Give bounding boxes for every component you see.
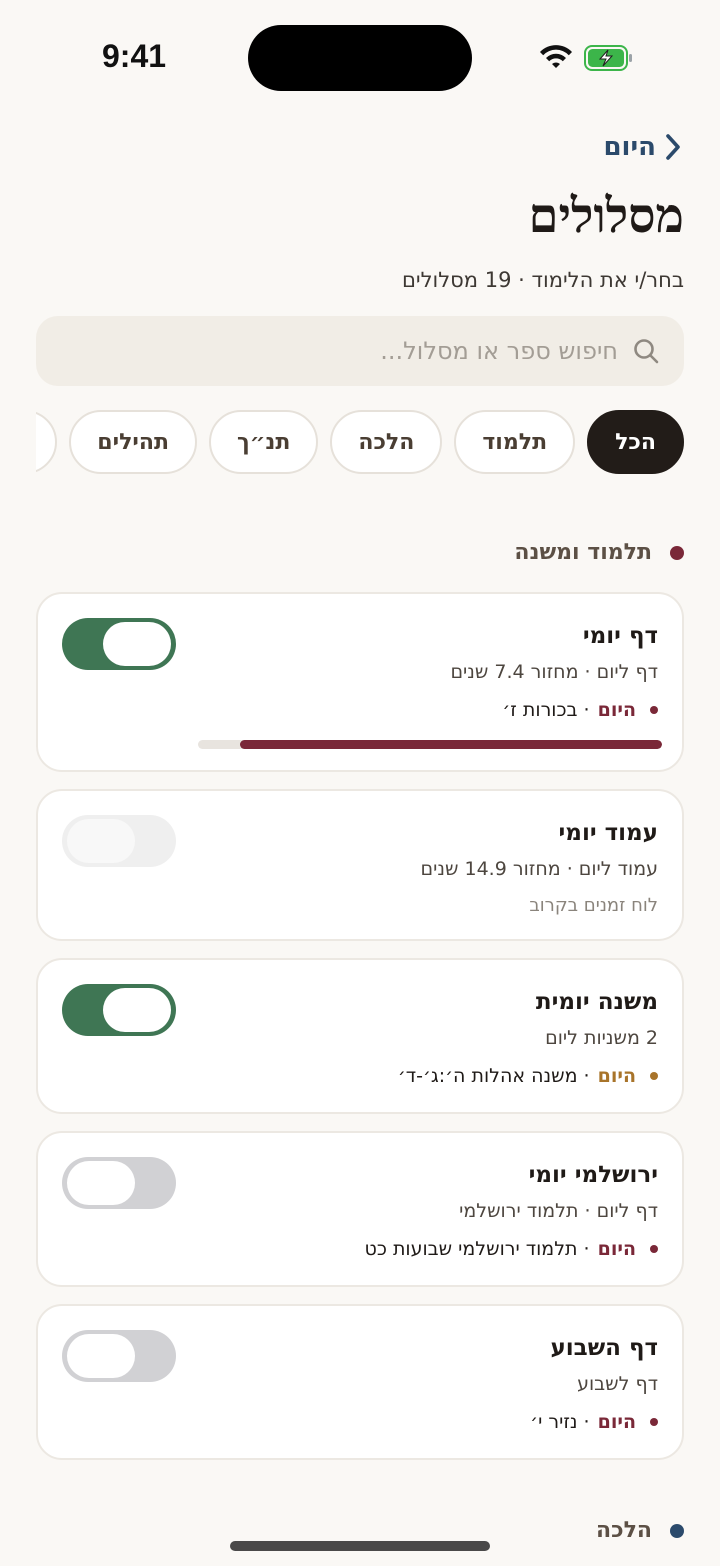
card-body: דף יומי דף ליום · מחזור 7.4 שנים היום · …	[450, 620, 658, 724]
filter-chip[interactable]: תנ״ך	[209, 410, 319, 474]
bullet-icon	[650, 1245, 658, 1253]
bullet-icon	[650, 706, 658, 714]
filter-chip[interactable]: תלמוד	[454, 410, 576, 474]
today-text: · משנה אהלות ה׳:ג׳-ד׳	[397, 1065, 590, 1087]
battery-icon	[584, 45, 632, 71]
card-subtitle: 2 משניות ליום	[545, 1027, 658, 1049]
bullet-icon	[650, 1418, 658, 1426]
section-label: הלכה	[596, 1518, 652, 1543]
page-title: מסלולים	[528, 188, 684, 244]
today-label: היום	[597, 1411, 636, 1433]
card-today-row: היום · בכורות ז׳	[450, 696, 658, 724]
section-header-halacha: הלכה	[596, 1518, 684, 1543]
toggle-knob	[103, 988, 171, 1032]
toggle-yerushalmi-yomi[interactable]	[62, 1157, 176, 1209]
filter-chip[interactable]: תהילים	[69, 410, 198, 474]
card-subtitle: דף לשבוע	[577, 1373, 658, 1395]
card-body: משנה יומית 2 משניות ליום היום · משנה אהל…	[398, 986, 658, 1090]
card-title: ירושלמי יומי	[528, 1162, 658, 1188]
track-card-amud-yomi[interactable]: עמוד יומי עמוד ליום · מחזור 14.9 שנים לו…	[36, 789, 684, 941]
toggle-daf-hashavua[interactable]	[62, 1330, 176, 1382]
page-subtitle: בחר/י את הלימוד · 19 מסלולים	[401, 268, 684, 292]
card-subtitle: עמוד ליום · מחזור 14.9 שנים	[420, 858, 658, 880]
search-icon	[634, 339, 659, 364]
filter-chip[interactable]: חסידות	[36, 410, 58, 474]
today-label: היום	[597, 1238, 636, 1260]
bullet-icon	[650, 1072, 658, 1080]
home-indicator	[230, 1541, 490, 1551]
track-card-daf-hashavua[interactable]: דף השבוע דף לשבוע היום · נזיר י׳	[36, 1304, 684, 1460]
status-bar: 9:41	[0, 0, 720, 110]
back-button[interactable]: היום	[603, 132, 684, 162]
status-time: 9:41	[102, 38, 167, 74]
search-input[interactable]	[98, 337, 618, 365]
today-text: · נזיר י׳	[530, 1411, 590, 1433]
card-today-row: היום · תלמוד ירושלמי שבועות כט	[365, 1235, 658, 1263]
progress-bar	[198, 740, 662, 749]
toggle-knob	[103, 622, 171, 666]
section-label: תלמוד ומשנה	[514, 540, 652, 565]
toggle-amud-yomi[interactable]	[62, 815, 176, 867]
card-title: עמוד יומי	[558, 820, 658, 846]
card-body: דף השבוע דף לשבוע היום · נזיר י׳	[530, 1332, 658, 1436]
card-title: משנה יומית	[535, 989, 658, 1015]
search-bar[interactable]	[36, 316, 684, 386]
section-dot	[670, 545, 684, 560]
toggle-knob	[67, 819, 135, 863]
card-note: לוח זמנים בקרוב	[529, 895, 658, 916]
dynamic-island	[248, 25, 472, 91]
section-dot	[670, 1523, 684, 1538]
filter-chips: הכלתלמודהלכהתנ״ךתהילים חסידות	[36, 410, 684, 476]
track-card-daf-yomi[interactable]: דף יומי דף ליום · מחזור 7.4 שנים היום · …	[36, 592, 684, 772]
card-today-row: היום · משנה אהלות ה׳:ג׳-ד׳	[398, 1062, 658, 1090]
track-card-yerushalmi-yomi[interactable]: ירושלמי יומי דף ליום · תלמוד ירושלמי היו…	[36, 1131, 684, 1287]
back-label: היום	[603, 132, 656, 162]
toggle-mishna-yomit[interactable]	[62, 984, 176, 1036]
filter-chip[interactable]: הלכה	[330, 410, 443, 474]
today-label: היום	[597, 1065, 636, 1087]
card-title: דף השבוע	[550, 1335, 658, 1361]
today-label: היום	[597, 699, 636, 721]
toggle-knob	[67, 1334, 135, 1378]
progress-fill	[239, 740, 662, 749]
card-today-row: היום · נזיר י׳	[530, 1408, 658, 1436]
card-subtitle: דף ליום · תלמוד ירושלמי	[459, 1200, 658, 1222]
today-text: · תלמוד ירושלמי שבועות כט	[364, 1238, 590, 1260]
card-body: עמוד יומי עמוד ליום · מחזור 14.9 שנים לו…	[421, 817, 658, 919]
toggle-knob	[67, 1161, 135, 1205]
filter-chips-track: הכלתלמודהלכהתנ״ךתהילים חסידות	[36, 410, 684, 476]
section-header-talmud: תלמוד ומשנה	[514, 540, 684, 565]
filter-chip[interactable]: הכל	[587, 410, 684, 474]
card-subtitle: דף ליום · מחזור 7.4 שנים	[450, 661, 658, 683]
chevron-left-icon	[666, 134, 680, 160]
card-title: דף יומי	[582, 623, 658, 649]
wifi-icon	[540, 45, 572, 68]
toggle-daf-yomi[interactable]	[62, 618, 176, 670]
track-card-mishna-yomit[interactable]: משנה יומית 2 משניות ליום היום · משנה אהל…	[36, 958, 684, 1114]
today-text: · בכורות ז׳	[502, 699, 590, 721]
card-body: ירושלמי יומי דף ליום · תלמוד ירושלמי היו…	[365, 1159, 658, 1263]
